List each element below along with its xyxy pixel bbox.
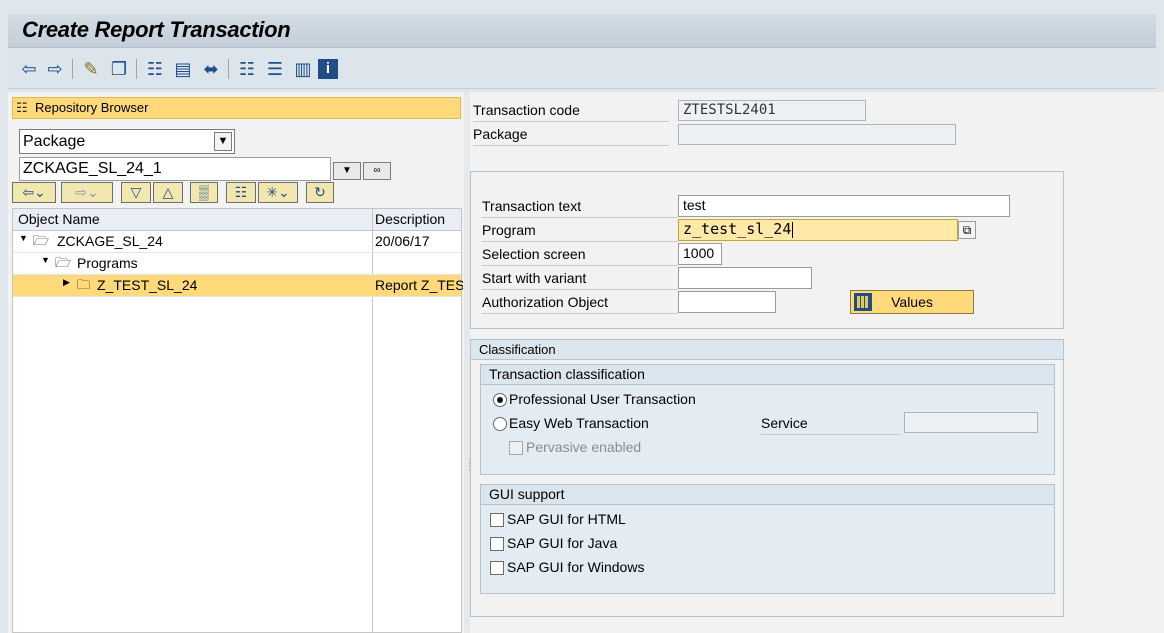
tree-row-program[interactable]: ▶ 🗀 Z_TEST_SL_24 Report Z_TEST_SL_24 [13, 275, 463, 297]
professional-user-radio[interactable] [493, 393, 507, 407]
package-name-value: ZCKAGE_SL_24_1 [23, 160, 162, 177]
chevron-down-icon[interactable]: ▼ [214, 132, 232, 151]
layout-icon[interactable]: ▥ [292, 58, 314, 80]
toolbar-separator [136, 59, 137, 79]
filter-icon[interactable]: ✳⌄ [258, 182, 298, 203]
value-help-icon[interactable]: ⧉ [958, 221, 976, 239]
transaction-text-label: Transaction text [482, 198, 678, 218]
toolbar-separator [72, 59, 73, 79]
tree-row-label: Z_TEST_SL_24 [97, 277, 198, 293]
selection-screen-input[interactable]: 1000 [678, 243, 722, 265]
folder-open-icon: 🗁 [55, 255, 72, 270]
start-with-variant-label: Start with variant [482, 270, 678, 290]
object-type-dropdown[interactable]: Package ▼ [19, 129, 235, 154]
title-bar: Create Report Transaction [8, 14, 1156, 48]
object-tree: Object Name Description ▼ 🗁 ZCKAGE_SL_24… [12, 208, 463, 633]
program-label: Program [482, 222, 678, 242]
page-title: Create Report Transaction [22, 17, 291, 42]
service-label: Service [761, 415, 901, 435]
pervasive-enabled-checkbox[interactable] [509, 441, 523, 455]
transaction-form-pane: Transaction code ZTESTSL2401 Package Tra… [470, 92, 1164, 633]
stack-icon[interactable]: ☰ [264, 58, 286, 80]
expand-icon[interactable]: △ [153, 182, 183, 203]
classification-header: Classification [471, 340, 1063, 360]
tree-hierarchy-icon[interactable]: ☷ [226, 182, 256, 203]
folder-open-icon: 🗁 [33, 233, 50, 248]
other-object-icon[interactable]: ✎ [80, 58, 102, 80]
application-toolbar: ⇦ ⇨ ✎ ❐ ☷ ▤ ⬌ ☷ ☰ ▥ i [8, 49, 1156, 89]
package-label: Package [473, 126, 669, 146]
gui-windows-checkbox[interactable] [490, 561, 504, 575]
back-icon[interactable]: ⇦ [18, 58, 40, 80]
easy-web-radio[interactable] [493, 417, 507, 431]
text-cursor [792, 221, 794, 238]
authorization-object-label: Authorization Object [482, 294, 678, 314]
expand-toggle-icon[interactable]: ▼ [19, 233, 28, 243]
tree-row-label: Programs [77, 255, 138, 271]
transaction-text-input[interactable]: test [678, 195, 1010, 217]
collapse-toggle-icon[interactable]: ▶ [63, 277, 70, 288]
gui-java-label[interactable]: SAP GUI for Java [507, 535, 617, 551]
gui-windows-label[interactable]: SAP GUI for Windows [507, 559, 644, 575]
program-input[interactable]: z_test_sl_24 [678, 219, 958, 241]
values-button[interactable]: Values [850, 290, 974, 314]
transaction-attributes-group: Transaction text test Program z_test_sl_… [470, 171, 1064, 329]
package-field [678, 124, 956, 145]
object-type-value: Package [23, 133, 86, 150]
repository-browser-label: Repository Browser [35, 100, 149, 115]
authorization-object-input[interactable] [678, 291, 776, 313]
package-name-input[interactable]: ZCKAGE_SL_24_1 [19, 157, 331, 181]
display-glasses-button[interactable]: ∞ [363, 162, 391, 180]
repository-browser-icon: ☷ [16, 100, 28, 115]
tree-row-description: Report Z_TEST_SL_24 [375, 277, 463, 293]
easy-web-label[interactable]: Easy Web Transaction [509, 415, 649, 431]
gui-support-header: GUI support [481, 485, 1054, 505]
transaction-code-field: ZTESTSL2401 [678, 100, 866, 121]
gui-support-group: GUI support SAP GUI for HTML SAP GUI for… [480, 484, 1055, 594]
forward-icon[interactable]: ⇨ [44, 58, 66, 80]
repository-browser-header[interactable]: ☷ Repository Browser [12, 97, 461, 119]
column-header-description[interactable]: Description [375, 211, 445, 227]
start-with-variant-input[interactable] [678, 267, 812, 289]
nav-forward-button[interactable]: ⇨⌄ [61, 182, 113, 203]
tree-header: Object Name Description [13, 209, 461, 231]
display-object-list-icon[interactable]: ▤ [172, 58, 194, 80]
transaction-classification-header: Transaction classification [481, 365, 1054, 385]
navigation-pane: ☷ Repository Browser Package ▼ ZCKAGE_SL… [8, 92, 464, 633]
pervasive-enabled-label: Pervasive enabled [526, 439, 642, 455]
tree-row-description: 20/06/17 [375, 233, 430, 249]
service-field [904, 412, 1038, 433]
transaction-classification-group: Transaction classification Professional … [480, 364, 1055, 475]
gui-html-label[interactable]: SAP GUI for HTML [507, 511, 626, 527]
refresh-icon[interactable]: ↻ [306, 182, 334, 203]
professional-user-label[interactable]: Professional User Transaction [509, 391, 696, 407]
gui-html-checkbox[interactable] [490, 513, 504, 527]
collapse-icon[interactable]: ▽ [121, 182, 151, 203]
tree-row-programs[interactable]: ▼ 🗁 Programs [13, 253, 461, 275]
history-dropdown-button[interactable]: ▼ [333, 162, 361, 180]
gui-java-checkbox[interactable] [490, 537, 504, 551]
toolbar-separator [228, 59, 229, 79]
find-icon[interactable]: ▒ [190, 182, 218, 203]
expand-toggle-icon[interactable]: ▼ [41, 255, 50, 265]
nav-back-button[interactable]: ⇦⌄ [12, 182, 56, 203]
transaction-code-label: Transaction code [473, 102, 669, 122]
tree-row-label: ZCKAGE_SL_24 [57, 233, 163, 249]
object-list-icon[interactable]: ☷ [144, 58, 166, 80]
program-input-value: z_test_sl_24 [683, 220, 792, 238]
tree-row-package[interactable]: ▼ 🗁 ZCKAGE_SL_24 20/06/17 [13, 231, 461, 253]
table-values-icon [854, 293, 872, 311]
info-icon[interactable]: i [318, 59, 338, 79]
where-used-icon[interactable]: ⬌ [200, 58, 222, 80]
selection-screen-label: Selection screen [482, 246, 678, 266]
folder-icon: 🗀 [77, 277, 91, 292]
hierarchy-icon[interactable]: ☷ [236, 58, 258, 80]
classification-group: Classification Transaction classificatio… [470, 339, 1064, 617]
values-button-label: Values [891, 294, 933, 310]
column-header-object-name[interactable]: Object Name [18, 211, 100, 227]
active-inactive-icon[interactable]: ❐ [108, 58, 130, 80]
